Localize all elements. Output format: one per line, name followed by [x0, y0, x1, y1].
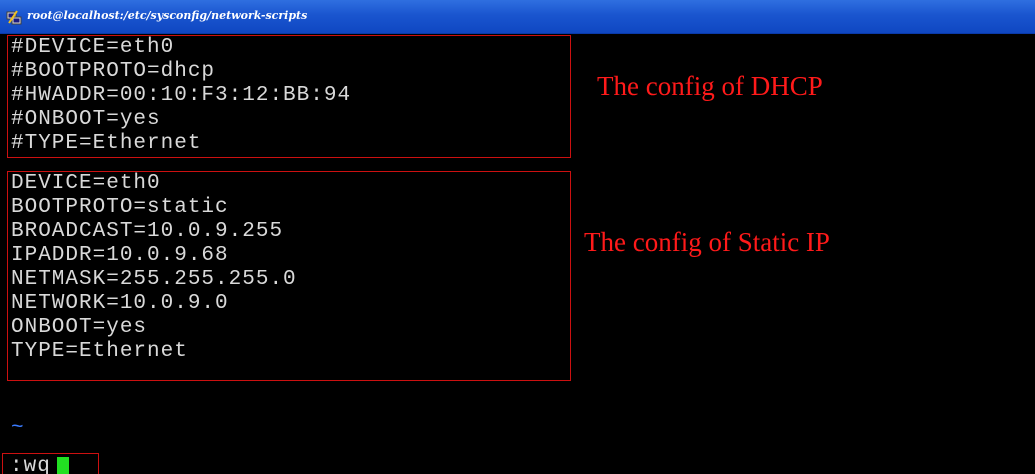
window-title: root@localhost:/etc/sysconfig/network-sc…	[27, 9, 308, 22]
dhcp-annotation: The config of DHCP	[597, 71, 823, 101]
terminal-area[interactable]: #DEVICE=eth0 #BOOTPROTO=dhcp #HWADDR=00:…	[0, 34, 1035, 474]
static-line-ipaddr: IPADDR=10.0.9.68	[11, 244, 229, 267]
dhcp-line-hwaddr: #HWADDR=00:10:F3:12:BB:94	[11, 84, 352, 107]
static-line-bootproto: BOOTPROTO=static	[11, 196, 229, 219]
static-line-onboot: ONBOOT=yes	[11, 316, 148, 339]
command-line[interactable]: :wq	[10, 456, 51, 474]
static-line-broadcast: BROADCAST=10.0.9.255	[11, 220, 284, 243]
dhcp-line-onboot: #ONBOOT=yes	[11, 108, 161, 131]
text-cursor	[57, 457, 69, 474]
dhcp-line-type: #TYPE=Ethernet	[11, 132, 202, 155]
putty-terminal-icon	[6, 10, 22, 25]
static-line-device: DEVICE=eth0	[11, 172, 161, 195]
static-annotation: The config of Static IP	[584, 227, 830, 257]
empty-line-tilde: ~	[11, 417, 24, 440]
static-line-network: NETWORK=10.0.9.0	[11, 292, 229, 315]
static-line-netmask: NETMASK=255.255.255.0	[11, 268, 297, 291]
dhcp-line-device: #DEVICE=eth0	[11, 36, 175, 59]
terminal-window: root@localhost:/etc/sysconfig/network-sc…	[0, 0, 1035, 474]
title-bar[interactable]: root@localhost:/etc/sysconfig/network-sc…	[0, 0, 1035, 34]
static-line-type: TYPE=Ethernet	[11, 340, 188, 363]
dhcp-line-bootproto: #BOOTPROTO=dhcp	[11, 60, 216, 83]
